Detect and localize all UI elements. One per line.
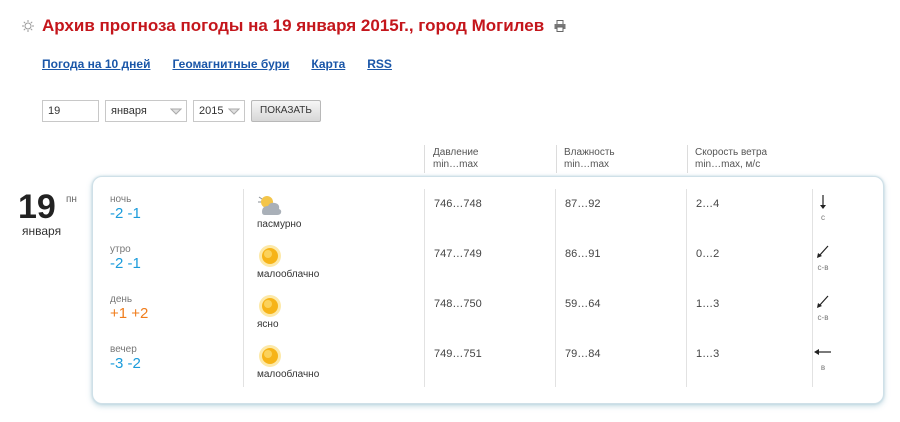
- humidity-value: 87…92: [565, 198, 601, 210]
- humidity-header: Влажность min…max: [564, 147, 615, 171]
- pressure-value: 746…748: [434, 198, 482, 210]
- humidity-header-sub: min…max: [564, 159, 610, 170]
- wind-speed-value: 1…3: [696, 348, 720, 360]
- wind-speed-value: 2…4: [696, 198, 720, 210]
- temperature: -2 -1: [110, 205, 141, 222]
- arrow-down-left-icon: [817, 245, 829, 258]
- wind-speed-value: 0…2: [696, 248, 720, 260]
- date-weekday: пн: [66, 194, 77, 205]
- sun-icon: [259, 345, 281, 367]
- wind-direction: с-в: [817, 313, 829, 322]
- humidity-value: 59…64: [565, 298, 601, 310]
- date-month: января: [22, 224, 62, 238]
- arrow-down-icon: [820, 195, 826, 209]
- condition-text: малооблачно: [257, 269, 320, 280]
- dropdown-arrow-icon: [228, 108, 240, 115]
- wind-direction: с-в: [817, 263, 829, 272]
- forecast-row-day: день +1 +2 ясно 748…750 59…64 1…3 с-в: [93, 280, 883, 330]
- wind-header-sub: min…max, м/с: [695, 159, 761, 170]
- temperature: -3 -2: [110, 355, 141, 372]
- nav-link-geomagnetic[interactable]: Геомагнитные бури: [172, 57, 289, 71]
- header-divider: [556, 145, 557, 173]
- page-title: Архив прогноза погоды на 19 января 2015г…: [42, 16, 545, 35]
- forecast-row-night: ночь -2 -1 пасмурно 746…748 87…92 2…4 с: [93, 180, 883, 230]
- condition-text: малооблачно: [257, 369, 320, 380]
- dropdown-arrow-icon: [170, 108, 182, 115]
- nav-link-10-days[interactable]: Погода на 10 дней: [42, 57, 150, 71]
- month-select-value: января: [111, 105, 147, 117]
- period-label: день: [110, 294, 133, 305]
- condition-text: ясно: [257, 319, 279, 330]
- nav-link-map[interactable]: Карта: [311, 57, 345, 71]
- forecast-card: ночь -2 -1 пасмурно 746…748 87…92 2…4 с …: [92, 176, 884, 404]
- temperature: -2 -1: [110, 255, 141, 272]
- header-divider: [687, 145, 688, 173]
- nav-link-rss[interactable]: RSS: [367, 57, 392, 71]
- nav-links: Погода на 10 дней Геомагнитные бури Карт…: [42, 57, 392, 71]
- sun-icon: [259, 245, 281, 267]
- wind-header-title: Скорость ветра: [695, 147, 768, 158]
- humidity-value: 86…91: [565, 248, 601, 260]
- wind-direction: в: [820, 363, 826, 372]
- sun-bullet-icon: [22, 20, 34, 32]
- pressure-header: Давление min…max: [433, 147, 478, 171]
- wind-header: Скорость ветра min…max, м/с: [695, 147, 767, 171]
- forecast-row-evening: вечер -3 -2 малооблачно 749…751 79…84 1……: [93, 330, 883, 380]
- humidity-value: 79…84: [565, 348, 601, 360]
- sun-icon: [259, 295, 281, 317]
- arrow-down-left-icon: [817, 295, 829, 308]
- title-row: Архив прогноза погоды на 19 января 2015г…: [22, 14, 566, 38]
- pressure-value: 748…750: [434, 298, 482, 310]
- condition-text: пасмурно: [257, 219, 302, 230]
- date-day: 19: [18, 188, 56, 226]
- header-divider: [424, 145, 425, 173]
- show-button[interactable]: ПОКАЗАТЬ: [251, 100, 321, 122]
- date-filter: 19 января 2015 ПОКАЗАТЬ: [42, 100, 321, 122]
- year-select-value: 2015: [199, 105, 224, 117]
- wind-direction: с: [821, 213, 825, 222]
- pressure-value: 749…751: [434, 348, 482, 360]
- day-input[interactable]: 19: [42, 100, 99, 122]
- year-select[interactable]: 2015: [193, 100, 245, 122]
- overcast-icon: [258, 196, 282, 215]
- humidity-header-title: Влажность: [564, 147, 615, 158]
- date-block: 19 пн января: [18, 188, 88, 238]
- print-icon[interactable]: [554, 20, 566, 32]
- pressure-header-title: Давление: [433, 147, 479, 158]
- arrow-left-icon: [814, 349, 831, 355]
- pressure-value: 747…749: [434, 248, 482, 260]
- month-select[interactable]: января: [105, 100, 187, 122]
- forecast-row-morning: утро -2 -1 малооблачно 747…749 86…91 0…2…: [93, 230, 883, 280]
- pressure-header-sub: min…max: [433, 159, 479, 170]
- period-label: утро: [110, 244, 131, 255]
- period-label: ночь: [110, 194, 132, 205]
- wind-speed-value: 1…3: [696, 298, 720, 310]
- period-label: вечер: [110, 344, 137, 355]
- temperature: +1 +2: [110, 305, 149, 322]
